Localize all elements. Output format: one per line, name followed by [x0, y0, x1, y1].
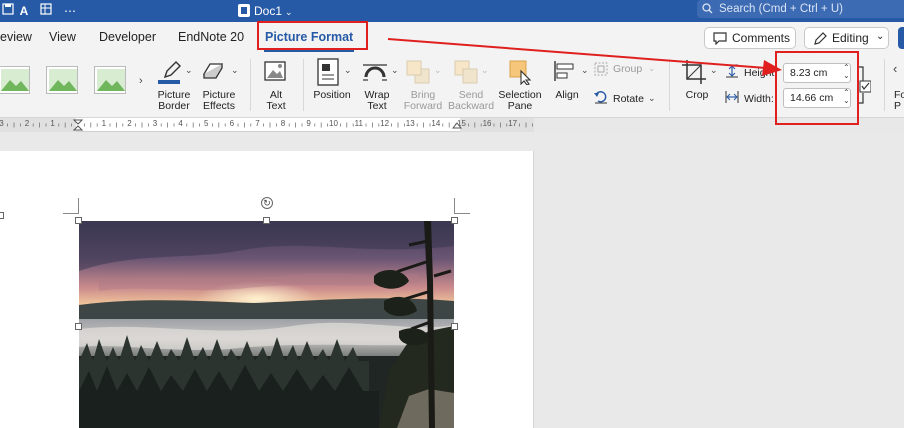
more-icon[interactable]: ⋯ [62, 3, 78, 19]
rotate-handle-icon[interactable]: ↻ [261, 197, 273, 209]
ruler-number: 6 [229, 119, 235, 128]
ruler-number: 3 [0, 119, 4, 128]
wrap-text-label[interactable]: Wrap Text [360, 90, 394, 112]
picture-border-icon[interactable] [157, 59, 183, 85]
resize-handle-right[interactable] [451, 323, 458, 330]
search-placeholder: Search (Cmd + Ctrl + U) [719, 3, 843, 15]
editing-button[interactable]: Editing ⌄ [804, 27, 889, 49]
send-backward-label[interactable]: Send Backward [448, 90, 494, 112]
format-pane-label[interactable]: Fo P [894, 90, 904, 112]
tab-review[interactable]: eview [0, 28, 32, 46]
margin-mark [78, 198, 79, 214]
picture-effects-label[interactable]: Picture Effects [198, 90, 240, 112]
ruler-number: 2 [24, 119, 30, 128]
crop-label[interactable]: Crop [679, 90, 715, 101]
resize-handle-top[interactable] [263, 217, 270, 224]
align-label[interactable]: Align [549, 90, 585, 101]
share-button[interactable] [898, 27, 904, 49]
ruler-number: 8 [280, 119, 286, 128]
horizontal-ruler[interactable]: 3 2 1 1 2 3 4 5 6 7 8 9 10 11 12 13 14 15 16 17 [0, 118, 534, 132]
chevron-down-icon[interactable]: ⌄ [648, 93, 656, 104]
gallery-expand-icon[interactable]: › [139, 75, 143, 87]
resize-handle-top-left[interactable] [75, 217, 82, 224]
text-style-icon[interactable]: A [16, 3, 32, 19]
rotate-label[interactable]: Rotate [613, 94, 644, 105]
margin-mark [454, 213, 470, 214]
selected-picture[interactable] [79, 221, 454, 428]
search-input[interactable]: Search (Cmd + Ctrl + U) [697, 0, 904, 18]
picture-style-thumb[interactable] [46, 66, 78, 94]
ruler-number: 16 [482, 119, 492, 128]
ruler-number: 11 [354, 119, 363, 128]
ruler-number: 2 [127, 119, 132, 128]
ribbon-divider [250, 59, 251, 111]
ruler-number: 13 [405, 119, 415, 128]
chevron-down-icon: ⌄ [285, 7, 293, 17]
chevron-down-icon: ⌄ [876, 31, 885, 42]
ruler-number: 7 [255, 119, 260, 128]
ruler-number: 5 [204, 119, 209, 128]
alt-text-icon[interactable] [263, 59, 289, 85]
chevron-down-icon[interactable]: ⌄ [231, 65, 239, 76]
resize-handle-top-right[interactable] [451, 217, 458, 224]
editing-label: Editing [832, 31, 869, 45]
width-icon [725, 91, 739, 103]
bring-forward-label[interactable]: Bring Forward [402, 90, 444, 112]
right-indent-marker-icon[interactable] [452, 121, 462, 131]
landscape-photo [79, 221, 454, 428]
tab-developer[interactable]: Developer [99, 28, 156, 46]
page-anchor-marker [0, 212, 4, 219]
title-bar: A ⋯ Doc1 ⌄ Search (Cmd + Ctrl + U) [0, 0, 904, 22]
tab-endnote[interactable]: EndNote 20 [178, 28, 244, 46]
picture-border-label[interactable]: Picture Border [154, 90, 194, 112]
margin-mark [454, 198, 455, 214]
table-icon[interactable] [38, 3, 54, 19]
ruler-number: 3 [152, 119, 158, 128]
margin-mark [63, 213, 79, 214]
position-label[interactable]: Position [312, 90, 352, 101]
ruler-number: 1 [101, 119, 107, 128]
chevron-down-icon[interactable]: ⌄ [344, 65, 352, 76]
picture-style-thumb[interactable] [0, 66, 30, 94]
ribbon-divider [884, 59, 885, 111]
save-icon[interactable] [0, 3, 16, 19]
document-title[interactable]: Doc1 ⌄ [238, 2, 293, 20]
pencil-icon [814, 32, 827, 45]
picture-effects-icon[interactable] [202, 60, 228, 82]
alt-text-label[interactable]: Alt Text [259, 90, 293, 112]
annotation-arrow [387, 38, 782, 76]
ruler-number: 4 [178, 119, 183, 128]
tab-view[interactable]: View [49, 28, 76, 46]
doc-title-text: Doc1 [254, 4, 283, 18]
ruler-number: 1 [50, 119, 55, 128]
ruler-number: 17 [508, 119, 518, 128]
rotate-icon[interactable] [594, 90, 608, 104]
indent-marker-icon[interactable] [73, 119, 83, 132]
word-doc-icon [238, 4, 250, 17]
chevron-down-icon[interactable]: ⌄ [185, 65, 193, 76]
chevron-left-icon[interactable]: ‹ [893, 61, 897, 76]
ruler-number: 10 [329, 119, 338, 128]
search-icon [702, 3, 713, 14]
picture-style-thumb[interactable] [94, 66, 126, 94]
ruler-number: 9 [306, 119, 311, 128]
selection-pane-label[interactable]: Selection Pane [497, 90, 543, 112]
width-label: Width: [744, 93, 774, 105]
ruler-number: 12 [380, 119, 390, 128]
position-icon[interactable] [317, 58, 339, 86]
resize-handle-left[interactable] [75, 323, 82, 330]
ribbon-divider [303, 59, 304, 111]
annotation-box-tab [257, 21, 368, 50]
ruler-number: 14 [431, 119, 441, 128]
